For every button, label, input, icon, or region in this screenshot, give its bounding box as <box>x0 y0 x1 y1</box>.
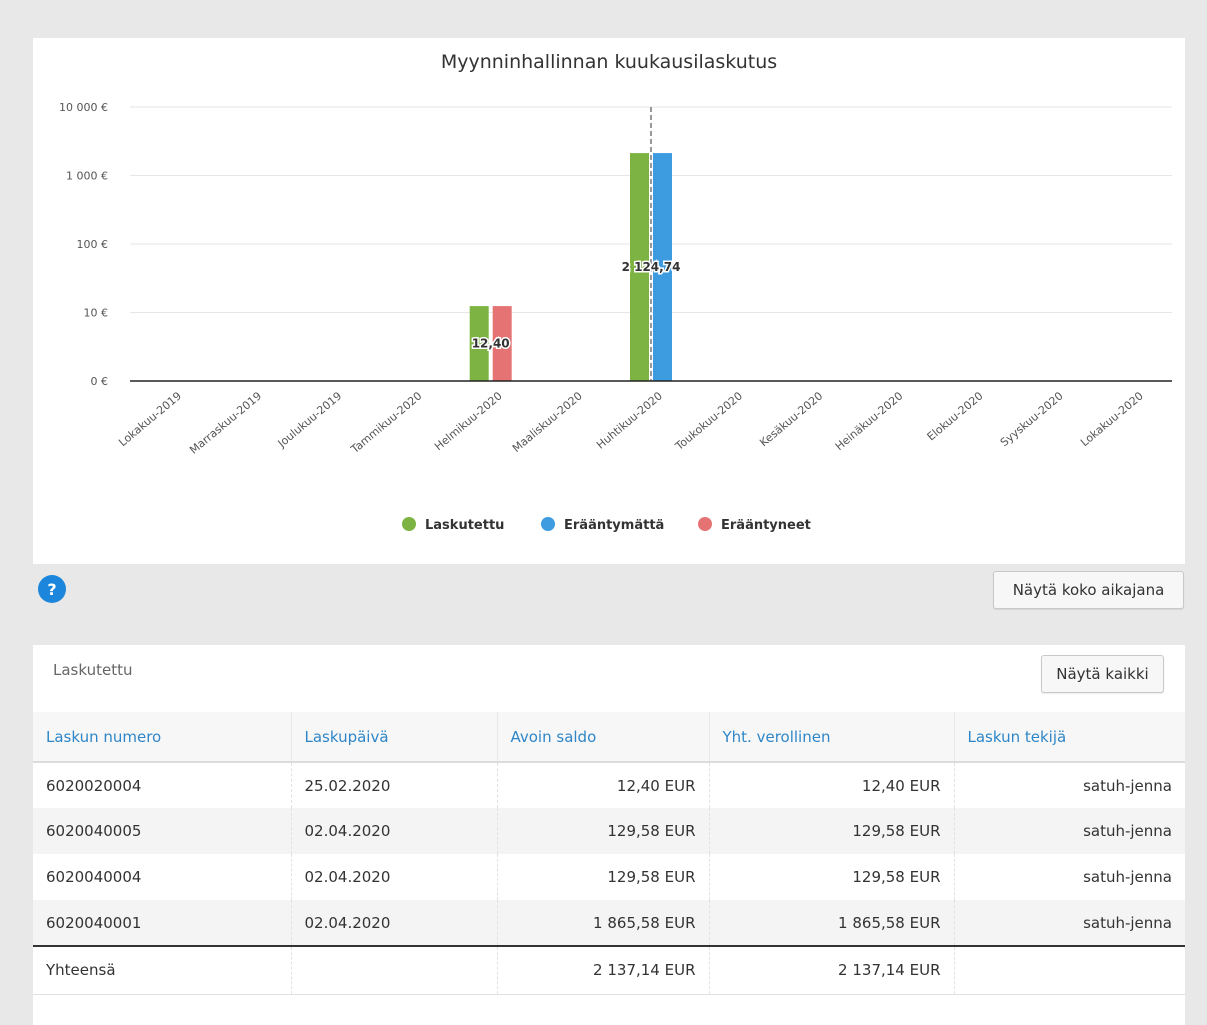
legend-item-laskutettu[interactable]: Laskutettu <box>425 518 504 533</box>
cell-invoice-number: 6020020004 <box>33 762 292 808</box>
table-row[interactable]: 6020040004 02.04.2020 129,58 EUR 129,58 … <box>33 854 1185 900</box>
x-tick-label: Toukokuu-2020 <box>672 389 745 453</box>
cell-open-balance: 129,58 EUR <box>497 854 710 900</box>
total-open-balance: 2 137,14 EUR <box>497 945 710 995</box>
y-tick-label: 1 000 € <box>66 170 108 183</box>
show-all-button[interactable]: Näytä kaikki <box>1041 655 1164 693</box>
y-tick-label: 10 000 € <box>59 101 108 114</box>
total-empty-cell <box>954 945 1185 995</box>
cell-invoice-date: 25.02.2020 <box>291 762 498 808</box>
cell-total-incl-tax: 1 865,58 EUR <box>709 900 955 946</box>
x-tick-label: Kesäkuu-2020 <box>757 389 825 449</box>
table-row[interactable]: 6020040005 02.04.2020 129,58 EUR 129,58 … <box>33 808 1185 854</box>
y-tick-label: 10 € <box>84 307 109 320</box>
data-label: 12,40 <box>472 337 510 351</box>
x-tick-label: Joulukuu-2019 <box>275 389 345 450</box>
x-tick-label: Helmikuu-2020 <box>432 389 505 453</box>
column-header-invoice-creator[interactable]: Laskun tekijä <box>954 712 1185 763</box>
cell-invoice-creator: satuh-jenna <box>954 808 1185 854</box>
x-tick-label: Maaliskuu-2020 <box>510 389 585 455</box>
invoice-table-panel: Laskutettu Näytä kaikki Laskun numero La… <box>33 645 1185 1025</box>
chart-panel: Myynninhallinnan kuukausilaskutus 10 000 … <box>33 38 1185 564</box>
column-header-open-balance[interactable]: Avoin saldo <box>497 712 710 763</box>
data-label: 2 124,74 <box>622 260 681 274</box>
column-header-invoice-date[interactable]: Laskupäivä <box>291 712 498 763</box>
x-tick-label: Marraskuu-2019 <box>187 389 264 456</box>
x-tick-label: Tammikuu-2020 <box>348 389 425 456</box>
chart-svg: Myynninhallinnan kuukausilaskutus 10 000 … <box>59 51 1172 533</box>
cell-invoice-number: 6020040005 <box>33 808 292 854</box>
cell-total-incl-tax: 129,58 EUR <box>709 808 955 854</box>
x-tick-label: Lokakuu-2020 <box>1078 389 1146 449</box>
chart-title: Myynninhallinnan kuukausilaskutus <box>441 51 777 73</box>
cell-invoice-creator: satuh-jenna <box>1083 776 1172 795</box>
total-empty-cell <box>291 945 498 995</box>
cell-invoice-date: 02.04.2020 <box>291 854 498 900</box>
cell-open-balance: 129,58 EUR <box>497 808 710 854</box>
cell-total-incl-tax: 12,40 EUR <box>709 762 955 808</box>
x-tick-label: Syyskuu-2020 <box>998 389 1066 449</box>
x-tick-label: Huhtikuu-2020 <box>594 389 665 451</box>
table-total-row: Yhteensä 2 137,14 EUR 2 137,14 EUR <box>33 945 1185 995</box>
cell-invoice-creator: satuh-jenna <box>1083 868 1172 886</box>
show-full-timeline-button[interactable]: Näytä koko aikajana <box>993 571 1184 609</box>
cell-invoice-number: 6020040001 <box>33 900 292 946</box>
y-tick-label: 100 € <box>77 238 109 251</box>
invoice-table: Laskun numero Laskupäivä Avoin saldo Yht… <box>33 712 1185 995</box>
cell-total-incl-tax: 129,58 EUR <box>709 854 955 900</box>
legend-item-erääntyneet[interactable]: Erääntyneet <box>721 518 811 533</box>
x-tick-label: Elokuu-2020 <box>925 389 986 443</box>
total-label: Yhteensä <box>33 945 292 995</box>
column-header-total-incl-tax[interactable]: Yht. verollinen <box>709 712 955 763</box>
cell-invoice-number: 6020040004 <box>33 854 292 900</box>
cell-open-balance: 1 865,58 EUR <box>497 900 710 946</box>
legend-marker[interactable] <box>541 517 555 531</box>
cell-invoice-date: 02.04.2020 <box>291 900 498 946</box>
legend-item-erääntymättä[interactable]: Erääntymättä <box>564 518 664 533</box>
cell-open-balance: 12,40 EUR <box>497 762 710 808</box>
total-incl-tax: 2 137,14 EUR <box>709 945 955 995</box>
table-row[interactable]: 6020020004 25.02.2020 12,40 EUR 12,40 EU… <box>33 762 1185 808</box>
y-tick-label: 0 € <box>91 375 109 388</box>
table-row[interactable]: 6020040001 02.04.2020 1 865,58 EUR 1 865… <box>33 900 1185 946</box>
table-header-row: Laskun numero Laskupäivä Avoin saldo Yht… <box>33 712 1185 763</box>
legend-marker[interactable] <box>402 517 416 531</box>
cell-invoice-date: 02.04.2020 <box>291 808 498 854</box>
section-title: Laskutettu <box>53 661 133 679</box>
legend-marker[interactable] <box>698 517 712 531</box>
cell-invoice-creator: satuh-jenna <box>954 900 1185 946</box>
help-button[interactable]: ? <box>38 575 66 603</box>
x-tick-label: Lokakuu-2019 <box>116 389 184 449</box>
column-header-invoice-number[interactable]: Laskun numero <box>33 712 292 763</box>
x-tick-label: Heinäkuu-2020 <box>833 389 906 453</box>
